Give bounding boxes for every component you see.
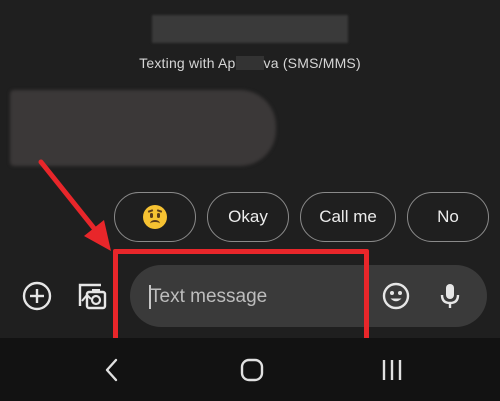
worried-face-emoji-icon [143, 205, 167, 229]
redacted-text [235, 56, 264, 70]
message-bubble-redacted [10, 90, 276, 166]
conversation-subtitle: Texting with Ap va (SMS/MMS) [0, 55, 500, 71]
contact-name-redacted [152, 15, 348, 43]
smart-reply-suggestions: Okay Call me No [0, 192, 500, 244]
back-icon[interactable] [92, 354, 132, 386]
add-icon[interactable] [21, 280, 53, 312]
home-icon[interactable] [232, 354, 272, 386]
subtitle-suffix: va (SMS/MMS) [263, 55, 361, 71]
subtitle-prefix: Texting with Ap [139, 55, 236, 71]
suggestion-chip-okay[interactable]: Okay [207, 192, 289, 242]
suggestion-chip-no[interactable]: No [407, 192, 489, 242]
annotation-highlight-box [113, 249, 369, 345]
messages-screen: Texting with Ap va (SMS/MMS) Okay Call me… [0, 0, 500, 401]
system-navigation-bar [0, 338, 500, 401]
microphone-icon[interactable] [434, 280, 466, 312]
emoji-icon[interactable] [380, 280, 412, 312]
suggestion-chip-call-me[interactable]: Call me [300, 192, 396, 242]
gallery-camera-icon[interactable] [76, 280, 108, 312]
suggestion-chip-emoji[interactable] [114, 192, 196, 242]
recents-icon[interactable] [372, 354, 412, 386]
